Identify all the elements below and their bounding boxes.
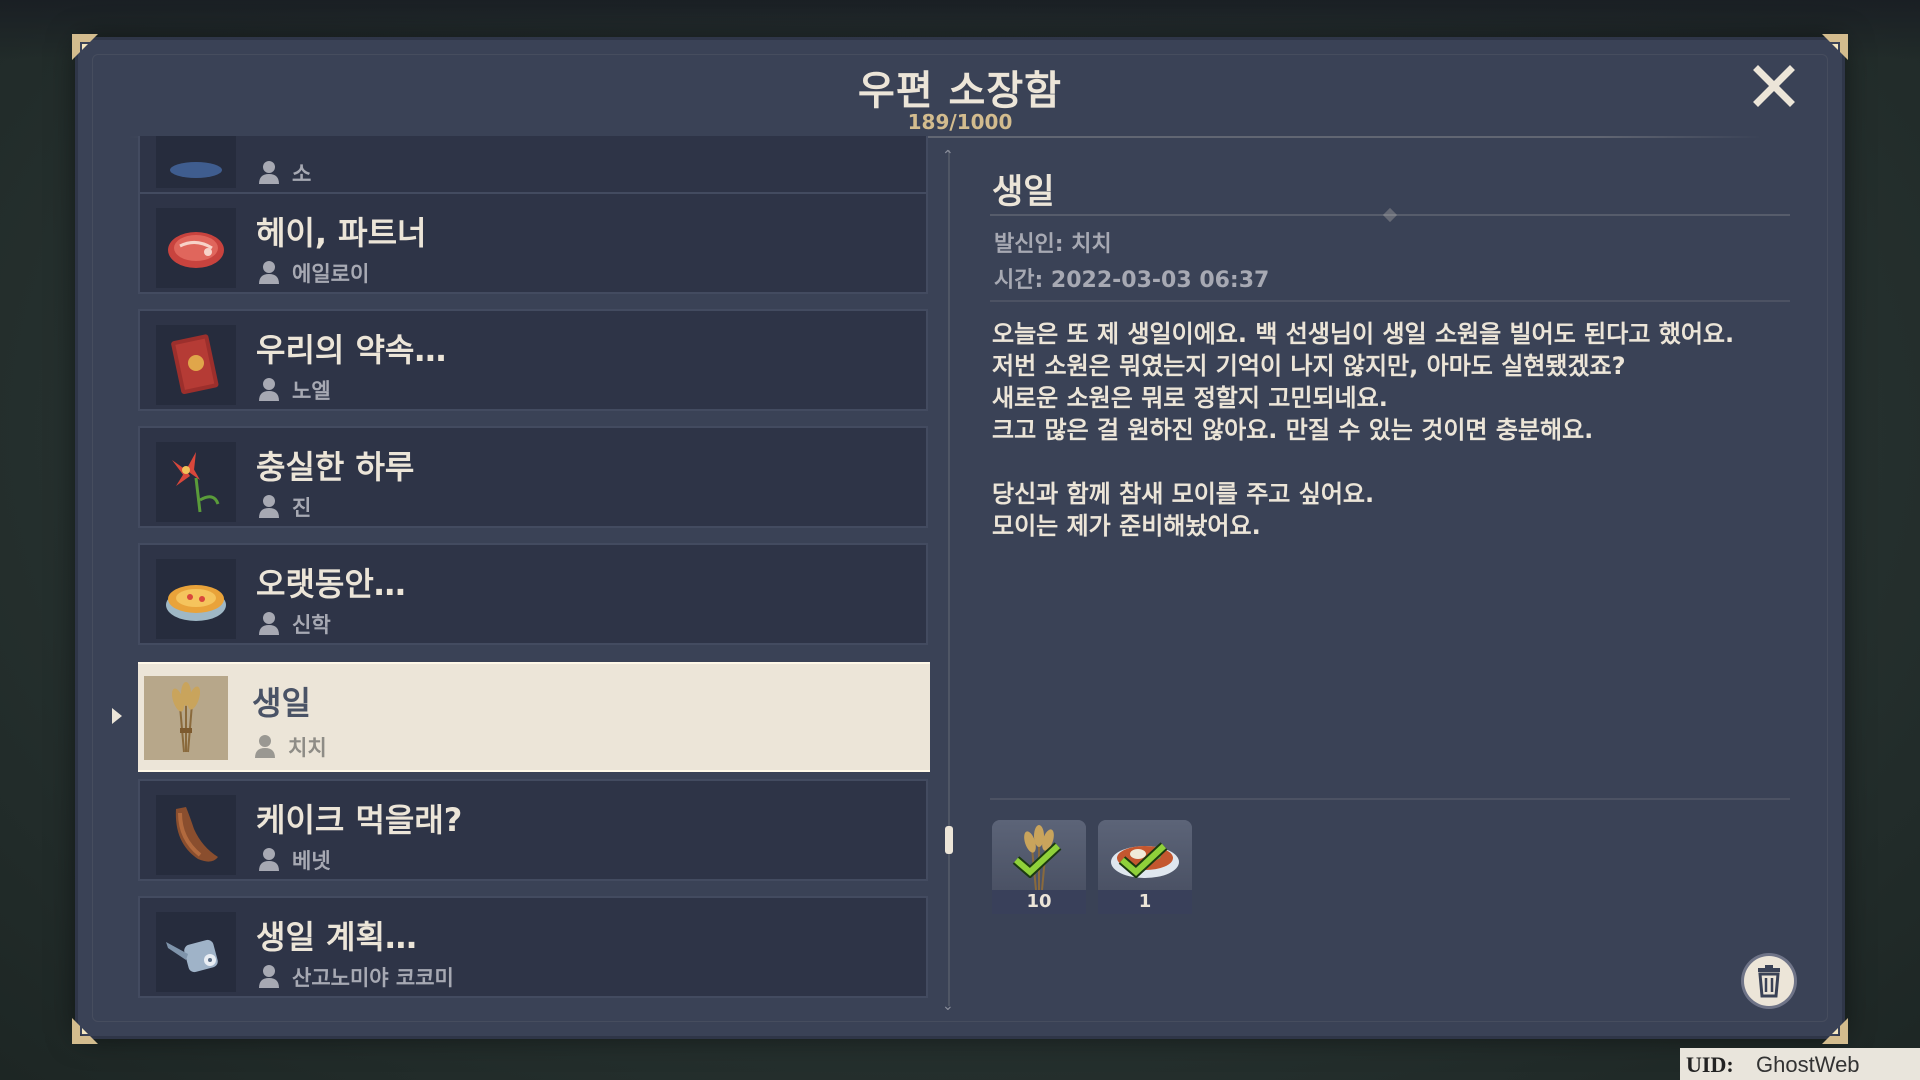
mail-sender: 노엘 — [292, 379, 331, 403]
soup-bowl-icon — [156, 559, 236, 639]
mail-sender: 신학 — [292, 613, 331, 637]
close-button[interactable] — [1752, 64, 1796, 108]
body-line: 모이는 제가 준비해놨어요. — [992, 512, 1261, 540]
person-icon — [259, 848, 279, 871]
mail-title: 우리의 약속… — [256, 331, 447, 369]
person-icon — [259, 612, 279, 635]
person-icon — [259, 965, 279, 988]
detail-divider — [990, 300, 1790, 302]
mail-title: 생일 계획… — [256, 918, 417, 956]
uid-value: GhostWeb — [1756, 1052, 1860, 1077]
person-icon — [255, 735, 275, 758]
delete-button[interactable] — [1744, 956, 1794, 1006]
watering-can-icon — [156, 912, 236, 992]
mail-item[interactable]: 오랫동안… 신학 — [138, 543, 928, 645]
window-title: 우편 소장함 — [858, 68, 1062, 114]
mail-title: 케이크 먹을래? — [256, 801, 463, 839]
selection-arrow-icon — [112, 708, 122, 724]
attachment-item[interactable]: 10 — [992, 820, 1086, 914]
mail-sender: 산고노미야 코코미 — [292, 966, 454, 990]
raw-meat-icon — [156, 208, 236, 288]
mail-title: 오랫동안… — [256, 565, 406, 603]
mail-count: 189/1000 — [907, 110, 1013, 134]
mail-item[interactable]: 케이크 먹을래? 베넷 — [138, 779, 928, 881]
mail-item[interactable]: 충실한 하루 진 — [138, 426, 928, 528]
mail-title: 충실한 하루 — [256, 448, 415, 486]
detail-body: 오늘은 또 제 생일이에요. 백 선생님이 생일 소원을 빌어도 된다고 했어요… — [992, 318, 1792, 542]
mail-sender: 에일로이 — [292, 262, 370, 286]
person-icon — [259, 378, 279, 401]
mail-item[interactable]: 우리의 약속… 노엘 — [138, 309, 928, 411]
scrollbar-track[interactable] — [948, 150, 950, 1006]
person-icon — [259, 495, 279, 518]
mail-item[interactable]: 소 — [138, 136, 928, 194]
mail-title: 헤이, 파트너 — [256, 214, 427, 252]
red-book-icon — [156, 325, 236, 405]
mail-item[interactable]: 생일 계획… 산고노미야 코코미 — [138, 896, 928, 998]
body-line: 오늘은 또 제 생일이에요. 백 선생님이 생일 소원을 빌어도 된다고 했어요… — [992, 320, 1735, 348]
detail-title: 생일 — [992, 172, 1055, 212]
corner-ornament-icon — [68, 1014, 102, 1048]
mail-sender: 치치 — [288, 736, 327, 760]
windwheel-aster-icon — [156, 442, 236, 522]
attachments-divider — [990, 798, 1790, 800]
mail-sender: 베넷 — [292, 849, 331, 873]
mail-item-selected[interactable]: 생일 치치 — [138, 662, 930, 772]
body-line: 크고 많은 걸 원하진 않아요. 만질 수 있는 것이면 충분해요. — [992, 416, 1594, 444]
divider-ornament-icon — [1382, 207, 1398, 223]
person-icon — [259, 161, 279, 184]
detail-time: 시간: 2022-03-03 06:37 — [994, 268, 1270, 293]
mail-sender: 소 — [292, 162, 312, 186]
attachment-item[interactable]: 1 — [1098, 820, 1192, 914]
close-icon — [1753, 65, 1795, 107]
body-line: 새로운 소원은 뭐로 정할지 고민되네요. — [992, 384, 1388, 412]
fish-icon — [156, 136, 236, 188]
scrollbar-thumb[interactable] — [945, 826, 953, 854]
detail-sender: 발신인: 치치 — [994, 232, 1112, 257]
corner-ornament-icon — [1818, 1014, 1852, 1048]
mail-list[interactable]: 소 헤이, 파트너 에일로이 우리의 약속… 노엘 충실한 하루 진 오랫동안…… — [138, 136, 930, 1006]
body-blank-line — [992, 446, 1792, 478]
mail-title: 생일 — [252, 684, 311, 722]
wheat-bundle-icon — [144, 676, 228, 760]
attachment-quantity: 10 — [992, 890, 1086, 914]
horn-icon — [156, 795, 236, 875]
body-line: 당신과 함께 참새 모이를 주고 싶어요. — [992, 480, 1375, 508]
attachment-quantity: 1 — [1098, 890, 1192, 914]
mail-sender: 진 — [292, 496, 312, 520]
check-icon — [1012, 842, 1062, 878]
person-icon — [259, 261, 279, 284]
scroll-down-icon: ⌄ — [942, 998, 954, 1014]
uid-label: UID: — [1686, 1052, 1734, 1077]
body-line: 저번 소원은 뭐였는지 기억이 나지 않지만, 아마도 실현됐겠죠? — [992, 352, 1626, 380]
mail-item[interactable]: 헤이, 파트너 에일로이 — [138, 192, 928, 294]
check-icon — [1118, 842, 1168, 878]
scroll-up-icon: ⌃ — [942, 148, 954, 164]
trash-icon — [1758, 965, 1780, 998]
mail-detail: 생일 발신인: 치치 시간: 2022-03-03 06:37 오늘은 또 제 … — [990, 150, 1790, 1020]
